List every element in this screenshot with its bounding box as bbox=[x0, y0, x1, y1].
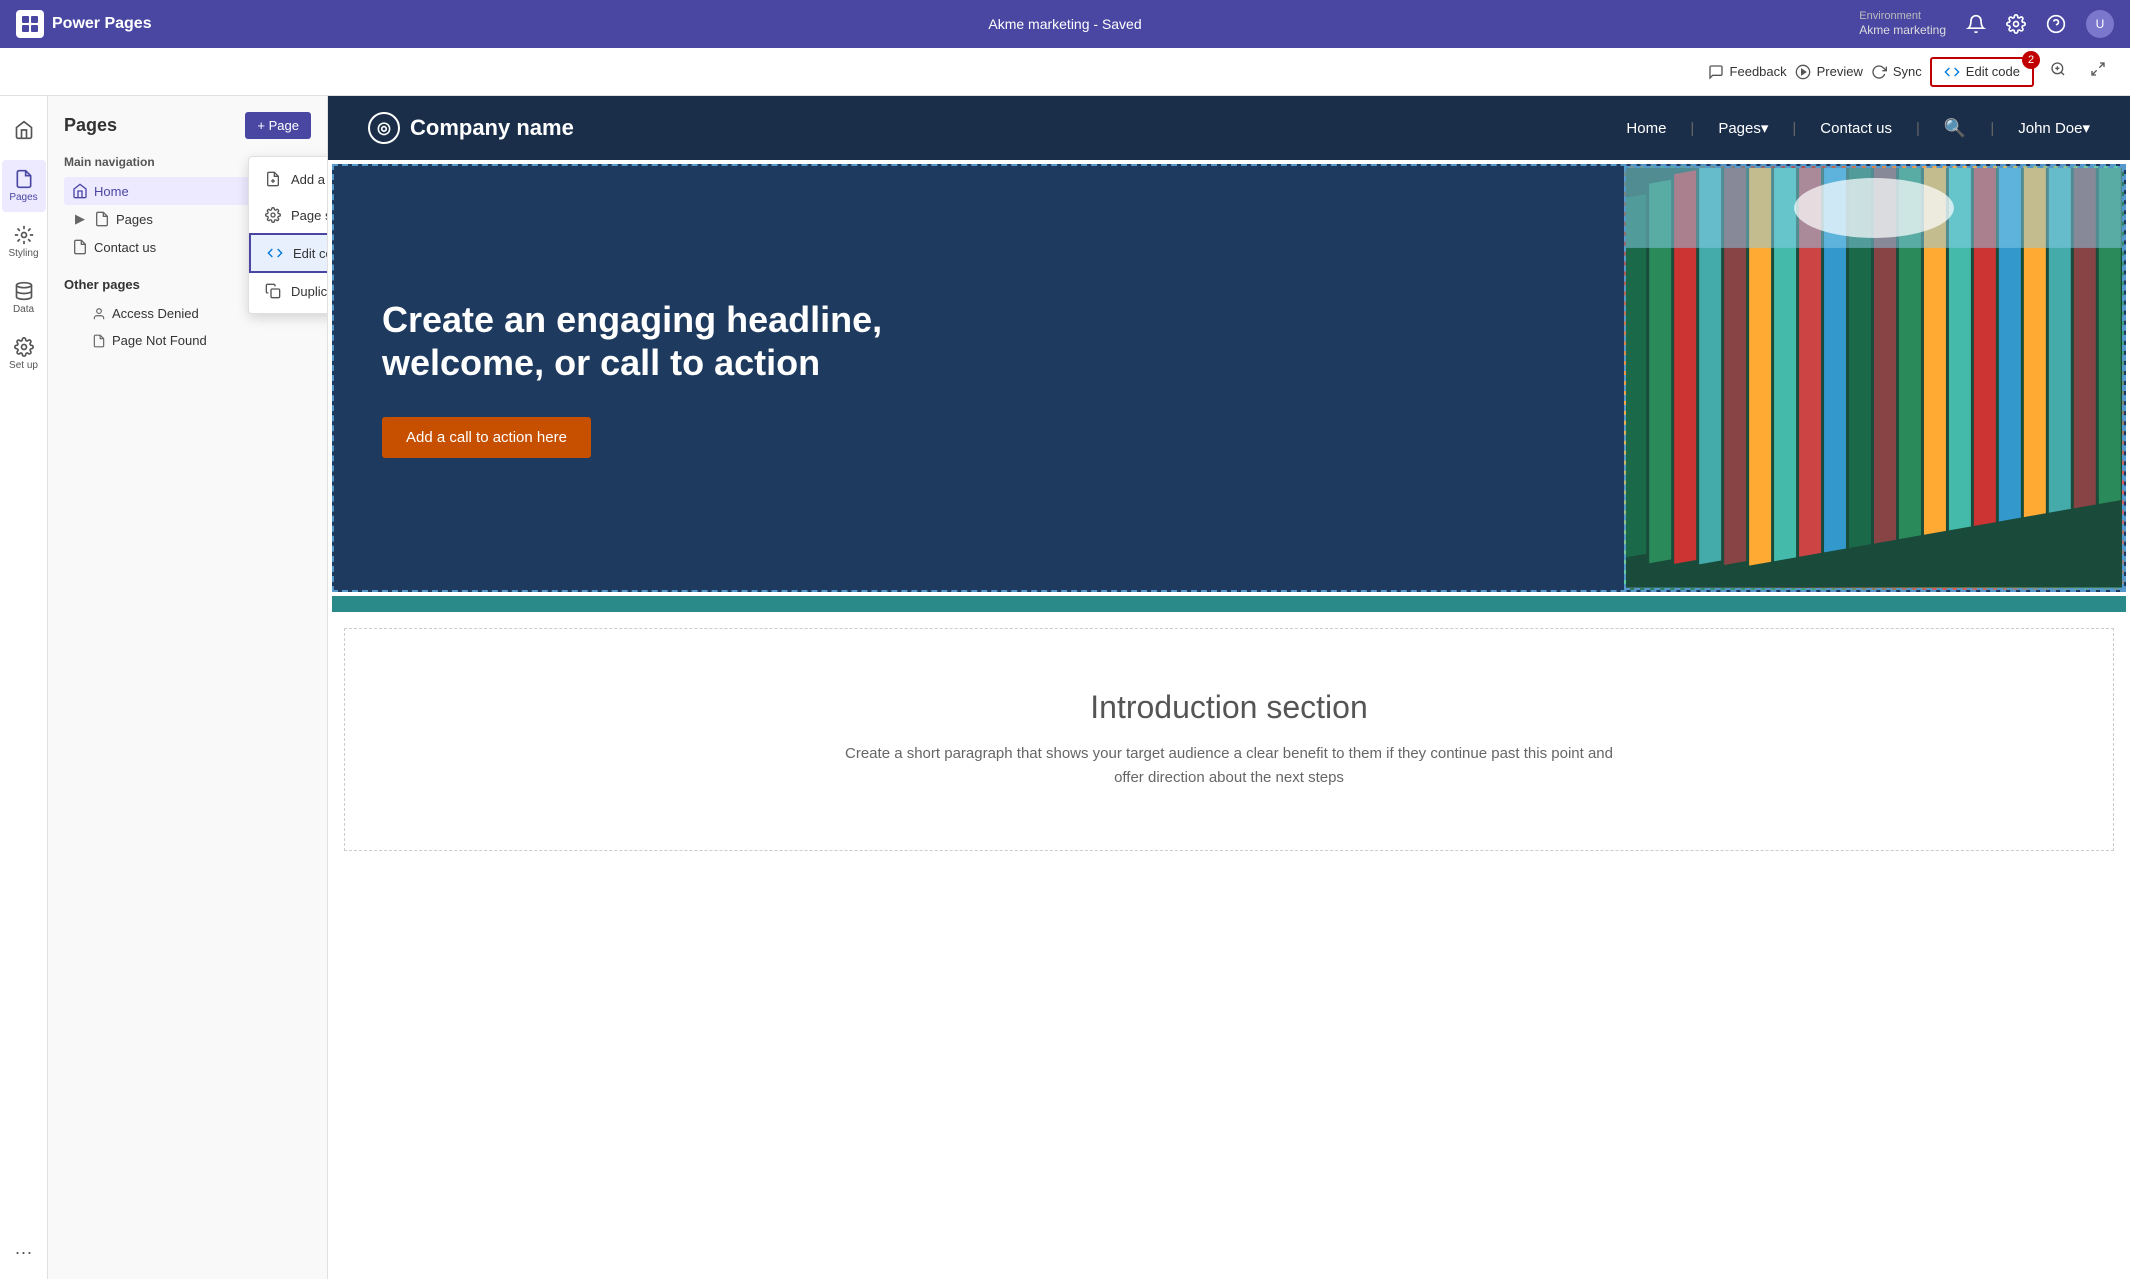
notification-bell[interactable] bbox=[1966, 14, 1986, 34]
add-page-label: + Page bbox=[257, 118, 299, 133]
icon-sidebar: Pages Styling Data Set up ··· bbox=[0, 96, 48, 1279]
edit-code-label: Edit code bbox=[1966, 64, 2020, 79]
logo-icon bbox=[16, 10, 44, 38]
hero-image bbox=[1624, 166, 2124, 590]
environment-name: Akme marketing bbox=[1859, 23, 1946, 39]
hero-text: Create an engaging headline,welcome, or … bbox=[334, 166, 1624, 590]
pages-panel: Pages + Page Main navigation Home ··· ▶ … bbox=[48, 96, 328, 1279]
context-duplicate-label: Duplicate bbox=[291, 284, 328, 299]
main-layout: Pages Styling Data Set up ··· bbox=[0, 96, 2130, 1279]
app-logo: Power Pages bbox=[16, 10, 152, 38]
edit-code-button[interactable]: Edit code 2 bbox=[1930, 57, 2034, 87]
topbar-center: Akme marketing - Saved bbox=[988, 16, 1141, 32]
hero-headline: Create an engaging headline,welcome, or … bbox=[382, 298, 1576, 384]
sidebar-item-styling[interactable]: Styling bbox=[2, 216, 46, 268]
site-logo-text: Company name bbox=[410, 115, 574, 141]
site-preview: ◎ Company name Home | Pages▾ | Contact u… bbox=[328, 96, 2130, 1279]
context-menu-page-settings[interactable]: Page settings 1 bbox=[249, 197, 328, 233]
hero-cta-button[interactable]: Add a call to action here bbox=[382, 417, 591, 458]
user-avatar[interactable]: U bbox=[2086, 10, 2114, 38]
site-nav-user[interactable]: John Doe▾ bbox=[2018, 119, 2090, 137]
topbar: Power Pages Akme marketing - Saved Envir… bbox=[0, 0, 2130, 48]
nav-item-contact-label: Contact us bbox=[94, 240, 156, 255]
site-nav: ◎ Company name Home | Pages▾ | Contact u… bbox=[328, 96, 2130, 160]
intro-title: Introduction section bbox=[393, 689, 2065, 726]
divider-bar bbox=[332, 596, 2126, 612]
sidebar-data-label: Data bbox=[13, 304, 34, 315]
site-logo-icon: ◎ bbox=[368, 112, 400, 144]
pages-header: Pages + Page bbox=[64, 112, 311, 139]
context-add-subpage-label: Add a new subpage bbox=[291, 172, 328, 187]
site-nav-contact[interactable]: Contact us bbox=[1820, 120, 1892, 137]
sidebar-more[interactable]: ··· bbox=[15, 1242, 33, 1263]
context-menu-add-subpage[interactable]: Add a new subpage bbox=[249, 161, 328, 197]
context-menu-duplicate[interactable]: Duplicate bbox=[249, 273, 328, 309]
context-menu: Add a new subpage Page settings 1 Edit c… bbox=[248, 156, 328, 314]
sidebar-item-data[interactable]: Data bbox=[2, 272, 46, 324]
topbar-right: Environment Akme marketing U bbox=[1859, 9, 2114, 39]
sidebar-setup-label: Set up bbox=[9, 360, 38, 371]
sidebar-item-home[interactable] bbox=[2, 104, 46, 156]
intro-section: Introduction section Create a short para… bbox=[344, 628, 2114, 851]
preview-label: Preview bbox=[1817, 64, 1863, 79]
preview-button[interactable]: Preview bbox=[1795, 64, 1863, 80]
sidebar-item-pages[interactable]: Pages bbox=[2, 160, 46, 212]
nav-item-page-not-found[interactable]: Page Not Found bbox=[64, 327, 311, 354]
site-nav-links: Home | Pages▾ | Contact us | 🔍 | John Do… bbox=[1626, 118, 2090, 139]
sidebar-item-setup[interactable]: Set up bbox=[2, 328, 46, 380]
feedback-label: Feedback bbox=[1730, 64, 1787, 79]
add-page-button[interactable]: + Page bbox=[245, 112, 311, 139]
app-name: Power Pages bbox=[52, 15, 152, 33]
hero-cta-label: Add a call to action here bbox=[406, 429, 567, 446]
secondbar: Feedback Preview Sync Edit code 2 bbox=[0, 48, 2130, 96]
site-nav-home[interactable]: Home bbox=[1626, 120, 1666, 137]
nav-item-home-label: Home bbox=[94, 184, 129, 199]
nav-expand-pages[interactable]: ▶ bbox=[72, 211, 88, 227]
pages-title: Pages bbox=[64, 115, 117, 136]
zoom-button[interactable] bbox=[2042, 56, 2074, 87]
sync-button[interactable]: Sync bbox=[1871, 64, 1922, 80]
sidebar-styling-label: Styling bbox=[8, 248, 38, 259]
intro-text: Create a short paragraph that shows your… bbox=[829, 742, 1629, 790]
environment-label: Environment bbox=[1859, 9, 1946, 23]
secondbar-actions: Feedback Preview Sync Edit code 2 bbox=[1708, 56, 2114, 87]
main-content: ◎ Company name Home | Pages▾ | Contact u… bbox=[328, 96, 2130, 1279]
hero-section: Create an engaging headline,welcome, or … bbox=[332, 164, 2126, 592]
expand-button[interactable] bbox=[2082, 56, 2114, 87]
feedback-button[interactable]: Feedback bbox=[1708, 64, 1787, 80]
save-status: Akme marketing - Saved bbox=[988, 16, 1141, 32]
environment-info: Environment Akme marketing bbox=[1859, 9, 1946, 39]
nav-item-access-denied-label: Access Denied bbox=[112, 306, 199, 321]
settings-icon[interactable] bbox=[2006, 14, 2026, 34]
nav-item-page-not-found-label: Page Not Found bbox=[112, 333, 207, 348]
sync-label: Sync bbox=[1893, 64, 1922, 79]
context-page-settings-label: Page settings bbox=[291, 208, 328, 223]
context-edit-code-label: Edit code bbox=[293, 246, 328, 261]
nav-item-pages-label: Pages bbox=[116, 212, 153, 227]
site-logo: ◎ Company name bbox=[368, 112, 574, 144]
site-nav-pages[interactable]: Pages▾ bbox=[1718, 119, 1768, 137]
context-menu-edit-code[interactable]: Edit code bbox=[249, 233, 328, 273]
site-nav-search[interactable]: 🔍 bbox=[1944, 118, 1966, 139]
help-icon[interactable] bbox=[2046, 14, 2066, 34]
sidebar-pages-label: Pages bbox=[9, 192, 37, 203]
edit-code-badge: 2 bbox=[2022, 51, 2040, 69]
